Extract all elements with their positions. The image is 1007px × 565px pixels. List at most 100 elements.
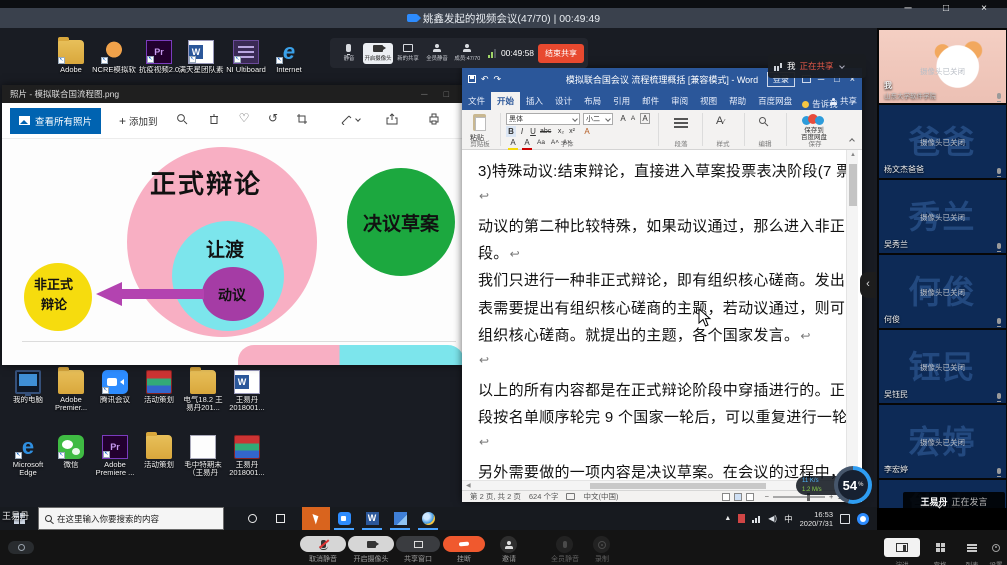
action-center-icon[interactable]: [840, 514, 850, 524]
new-share-button[interactable]: 新的共享: [393, 44, 422, 62]
share-icon[interactable]: [384, 111, 400, 127]
tab-insert[interactable]: 插入: [520, 92, 549, 110]
proofing-icon[interactable]: [566, 493, 575, 500]
tray-qq-icon[interactable]: [857, 513, 869, 525]
paste-icon[interactable]: [473, 114, 486, 131]
zoom-out-icon[interactable]: −: [765, 492, 769, 501]
desktop-icon-video[interactable]: 抗疫视频2.0: [136, 40, 182, 74]
desktop-icon-word-doc[interactable]: 王易丹 2018001...: [224, 370, 270, 412]
language-indicator[interactable]: 中文(中国): [583, 491, 618, 502]
mute-button[interactable]: 静音: [334, 44, 363, 62]
taskbar-photos[interactable]: [386, 507, 414, 530]
mute-all-button[interactable]: [556, 536, 573, 553]
participant-tile[interactable]: 钰民 摄像头已关闭 吴钰民: [879, 330, 1006, 403]
bold-button[interactable]: B: [506, 126, 516, 137]
redo-icon[interactable]: ↷: [494, 74, 502, 85]
participant-tile[interactable]: 摄像头已关闭 我 山东大学软件学院: [879, 30, 1006, 103]
font-color-icon[interactable]: A: [522, 137, 532, 150]
tab-file[interactable]: 文件: [462, 92, 491, 110]
clock[interactable]: 16:53 2020/7/31: [800, 510, 833, 528]
document-area[interactable]: 3)特殊动议:结束辩论，直接进入草案投票表决阶段(7 票)↩ ↩ 动议的第二种比…: [462, 150, 846, 480]
share-status-panel[interactable]: 我 正在共享: [768, 54, 866, 78]
tab-home[interactable]: 开始: [491, 92, 520, 110]
minimize-button[interactable]: ─: [889, 1, 927, 17]
crop-icon[interactable]: [294, 111, 310, 127]
task-view-button[interactable]: [266, 507, 294, 530]
taskbar-word[interactable]: W: [358, 507, 386, 530]
desktop-icon-folder[interactable]: 活动策划: [136, 435, 182, 469]
character-border-icon[interactable]: A: [640, 113, 650, 124]
add-to-button[interactable]: + 添加到: [119, 114, 158, 128]
desktop-icon-internet[interactable]: Internet: [266, 40, 312, 74]
desktop-icon-edge[interactable]: Microsoft Edge: [5, 435, 51, 477]
highlight-color-icon[interactable]: A: [508, 137, 518, 150]
strikethrough-button[interactable]: abc: [540, 126, 550, 137]
change-case-icon[interactable]: Aa: [536, 137, 546, 148]
font-name-select[interactable]: 黑体: [506, 113, 580, 125]
input-language[interactable]: 中: [784, 513, 793, 525]
paragraph-icon[interactable]: [674, 118, 688, 120]
tab-layout[interactable]: 布局: [578, 92, 607, 110]
members-button[interactable]: 成员:47/70: [452, 44, 481, 62]
tray-app-icon[interactable]: [738, 514, 745, 523]
horizontal-scrollbar[interactable]: ◀ ▶: [462, 480, 846, 490]
camera-toggle-button[interactable]: 开启摄像头: [363, 43, 393, 64]
word-count[interactable]: 624 个字: [529, 491, 559, 502]
save-icon[interactable]: [468, 75, 476, 83]
network-icon[interactable]: [752, 515, 761, 523]
close-button[interactable]: ×: [965, 1, 1003, 17]
chevron-down-icon[interactable]: [839, 63, 845, 69]
editing-group-label[interactable]: 编辑: [750, 138, 780, 148]
delete-icon[interactable]: [206, 111, 222, 127]
tab-review[interactable]: 审阅: [665, 92, 694, 110]
italic-button[interactable]: I: [517, 126, 527, 137]
superscript-button[interactable]: x²: [567, 126, 577, 137]
net-speed-ball[interactable]: 54%: [834, 466, 872, 504]
taskbar-tencent-meeting[interactable]: [330, 507, 358, 530]
participant-tile[interactable]: 何俊 摄像头已关闭 何俊: [879, 255, 1006, 328]
desktop-icon-doc[interactable]: 毛中特期末（王易丹 201...: [180, 435, 226, 478]
speaker-icon[interactable]: ◀): [768, 514, 777, 523]
tab-design[interactable]: 设计: [549, 92, 578, 110]
invite-button[interactable]: [500, 536, 517, 553]
favorite-heart-icon[interactable]: ♡: [236, 111, 252, 127]
speaker-view-button[interactable]: [884, 538, 920, 557]
grid-view-button[interactable]: [926, 538, 954, 557]
desktop-icon-wechat[interactable]: 微信: [48, 435, 94, 469]
share-window-button[interactable]: [396, 536, 440, 552]
sidebar-collapse-handle[interactable]: ‹: [860, 272, 876, 298]
desktop-icon-folder[interactable]: Adobe Premier...: [48, 370, 94, 412]
settings-button[interactable]: [988, 538, 1004, 557]
list-view-button[interactable]: [958, 538, 986, 557]
desktop-icon-folder[interactable]: 电气18.2 王易丹201...: [180, 370, 226, 412]
unmute-button[interactable]: [300, 536, 346, 552]
minimize-button[interactable]: ─: [421, 85, 427, 103]
cortana-button[interactable]: [238, 507, 266, 530]
print-icon[interactable]: [426, 111, 442, 127]
font-size-select[interactable]: 小二: [583, 113, 613, 125]
baidu-cloud-icon[interactable]: [802, 114, 824, 125]
participant-tile[interactable]: 爸爸 摄像头已关闭 杨文杰爸爸: [879, 105, 1006, 178]
read-mode-icon[interactable]: [722, 493, 730, 501]
taskbar-browser[interactable]: [414, 507, 442, 530]
participant-tile[interactable]: 宏婷 摄像头已关闭 李宏婷: [879, 405, 1006, 478]
desktop-icon-ultiboard[interactable]: NI Ultiboard: [223, 40, 269, 74]
record-button[interactable]: [593, 536, 610, 553]
tab-mailings[interactable]: 邮件: [636, 92, 665, 110]
tab-baidu-pan[interactable]: 百度网盘: [752, 92, 798, 110]
collapse-ribbon-icon[interactable]: [849, 138, 855, 144]
edit-icon[interactable]: [338, 111, 354, 127]
hang-up-button[interactable]: [443, 536, 485, 552]
desktop-icon-tencent-meeting[interactable]: 腾讯会议: [92, 370, 138, 404]
zoom-icon[interactable]: [174, 111, 190, 127]
hidden-icons-chevron[interactable]: ▲: [724, 515, 731, 522]
paragraph-group-label[interactable]: 段落: [666, 138, 696, 148]
share-button[interactable]: 共享: [830, 92, 857, 110]
camera-on-button[interactable]: [348, 536, 394, 552]
tab-help[interactable]: 帮助: [723, 92, 752, 110]
taskbar-sharing-app[interactable]: [302, 507, 330, 530]
increase-font-icon[interactable]: A: [618, 113, 628, 124]
zoom-slider[interactable]: [773, 496, 825, 498]
styles-icon[interactable]: A⁄: [716, 115, 725, 127]
rotate-icon[interactable]: ↺: [265, 111, 281, 127]
